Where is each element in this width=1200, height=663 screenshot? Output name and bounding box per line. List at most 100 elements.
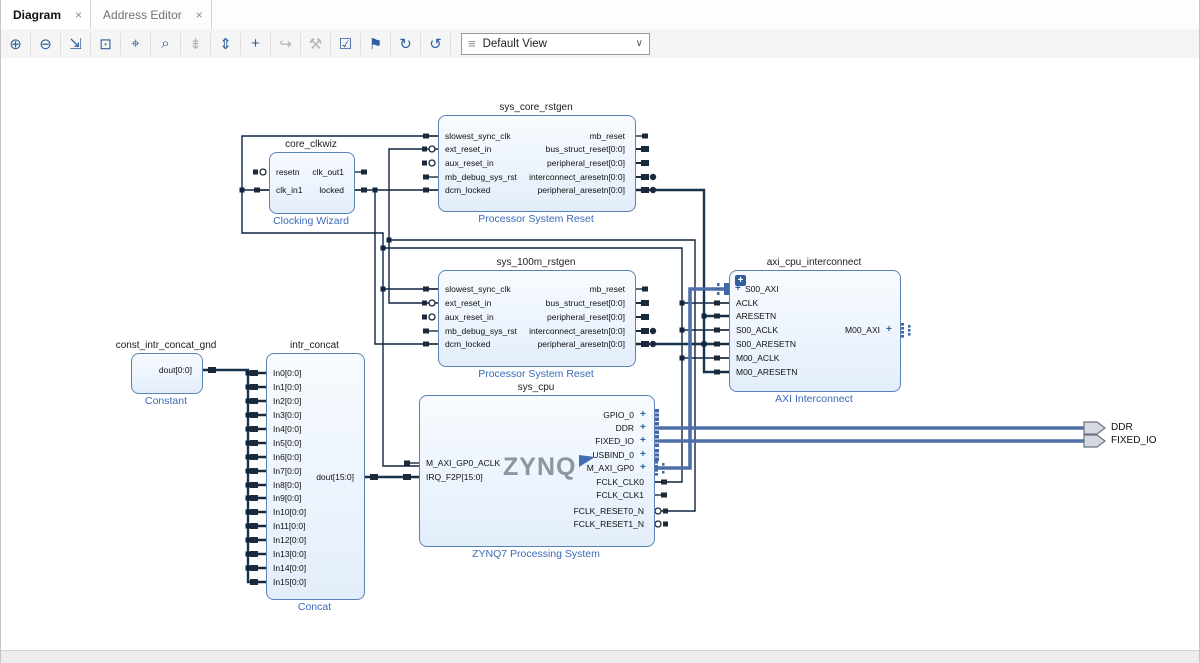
expand-interface-icon[interactable]: + — [640, 410, 646, 420]
port-sys_core_rstgen-ext_reset_in[interactable]: ext_reset_in — [445, 144, 491, 154]
add-ip-icon[interactable]: + — [241, 33, 271, 55]
expand-interface-icon[interactable]: + — [640, 450, 646, 460]
expand-interface-icon[interactable]: + — [640, 463, 646, 473]
port-intr_concat-In2[0:0][interactable]: In2[0:0] — [273, 396, 301, 406]
port-sys_core_rstgen-bus_struct_reset[0:0][interactable]: bus_struct_reset[0:0] — [546, 144, 625, 154]
regenerate-layout-icon[interactable]: ↺ — [421, 33, 451, 55]
collapse-hierarchy-icon[interactable]: ⇟ — [181, 33, 211, 55]
port-intr_concat-In8[0:0][interactable]: In8[0:0] — [273, 480, 301, 490]
port-sys_core_rstgen-slowest_sync_clk[interactable]: slowest_sync_clk — [445, 131, 511, 141]
port-sys_100m_rstgen-bus_struct_reset[0:0][interactable]: bus_struct_reset[0:0] — [546, 298, 625, 308]
port-sys_cpu-M_AXI_GP0[interactable]: M_AXI_GP0 — [587, 463, 634, 473]
close-icon[interactable]: × — [75, 8, 82, 22]
port-sys_cpu-M_AXI_GP0_ACLK[interactable]: M_AXI_GP0_ACLK — [426, 458, 500, 468]
port-axi_cpu_interconnect-M00_ARESETN[interactable]: M00_ARESETN — [736, 367, 797, 377]
port-intr_concat-In3[0:0][interactable]: In3[0:0] — [273, 410, 301, 420]
expand-interface-icon[interactable]: + — [886, 325, 892, 335]
port-intr_concat-In14[0:0][interactable]: In14[0:0] — [273, 563, 306, 573]
external-port-label-FIXED_IO[interactable]: FIXED_IO — [1111, 435, 1157, 447]
port-sys_core_rstgen-dcm_locked[interactable]: dcm_locked — [445, 185, 490, 195]
port-sys_core_rstgen-interconnect_aresetn[0:0][interactable]: interconnect_aresetn[0:0] — [529, 172, 625, 182]
port-sys_core_rstgen-mb_debug_sys_rst[interactable]: mb_debug_sys_rst — [445, 172, 517, 182]
port-sys_core_rstgen-peripheral_aresetn[0:0][interactable]: peripheral_aresetn[0:0] — [538, 185, 625, 195]
port-sys_cpu-FCLK_CLK0[interactable]: FCLK_CLK0 — [596, 477, 644, 487]
block-expander-icon[interactable]: + — [735, 275, 746, 286]
external-port-label-DDR[interactable]: DDR — [1111, 422, 1133, 434]
expand-interface-icon[interactable]: + — [640, 423, 646, 433]
port-pin — [250, 565, 258, 571]
port-sys_core_rstgen-aux_reset_in[interactable]: aux_reset_in — [445, 158, 494, 168]
block-core_clkwiz[interactable] — [269, 152, 355, 214]
port-sys_100m_rstgen-mb_debug_sys_rst[interactable]: mb_debug_sys_rst — [445, 326, 517, 336]
zoom-fit-icon[interactable]: ⇲ — [61, 33, 91, 55]
diagram-canvas[interactable]: core_clkwizClocking Wizardresetnclk_in1c… — [1, 58, 1199, 650]
port-sys_cpu-GPIO_0[interactable]: GPIO_0 — [603, 410, 634, 420]
view-selector-dropdown[interactable]: ≡Default View∨ — [461, 33, 650, 55]
customize-block-icon[interactable]: ⚒ — [301, 33, 331, 55]
port-sys_cpu-USBIND_0[interactable]: USBIND_0 — [592, 450, 634, 460]
port-intr_concat-In9[0:0][interactable]: In9[0:0] — [273, 493, 301, 503]
zoom-to-selection-icon[interactable]: ⊡ — [91, 33, 121, 55]
port-core_clkwiz-clk_in1[interactable]: clk_in1 — [276, 185, 302, 195]
port-pin — [253, 170, 258, 175]
port-sys_100m_rstgen-interconnect_aresetn[0:0][interactable]: interconnect_aresetn[0:0] — [529, 326, 625, 336]
port-axi_cpu_interconnect-ARESETN[interactable]: ARESETN — [736, 311, 776, 321]
port-intr_concat-In5[0:0][interactable]: In5[0:0] — [273, 438, 301, 448]
block-caption-sys_core_rstgen: Processor System Reset — [426, 213, 646, 225]
port-axi_cpu_interconnect-M00_ACLK[interactable]: M00_ACLK — [736, 353, 779, 363]
zoom-in-icon[interactable]: ⊕ — [1, 33, 31, 55]
port-intr_concat-dout[15:0][interactable]: dout[15:0] — [316, 472, 354, 482]
port-intr_concat-In10[0:0][interactable]: In10[0:0] — [273, 507, 306, 517]
port-intr_concat-In7[0:0][interactable]: In7[0:0] — [273, 466, 301, 476]
refresh-icon[interactable]: ↻ — [391, 33, 421, 55]
zoom-out-icon[interactable]: ⊖ — [31, 33, 61, 55]
port-intr_concat-In4[0:0][interactable]: In4[0:0] — [273, 424, 301, 434]
port-intr_concat-In12[0:0][interactable]: In12[0:0] — [273, 535, 306, 545]
search-icon[interactable]: ⌕ — [151, 33, 181, 55]
port-axi_cpu_interconnect-M00_AXI[interactable]: M00_AXI — [845, 325, 880, 335]
block-title-sys_cpu: sys_cpu — [426, 382, 646, 393]
validate-design-icon[interactable]: ☑ — [331, 33, 361, 55]
port-sys_100m_rstgen-ext_reset_in[interactable]: ext_reset_in — [445, 298, 491, 308]
tab-diagram[interactable]: Diagram× — [1, 0, 91, 29]
port-sys_100m_rstgen-slowest_sync_clk[interactable]: slowest_sync_clk — [445, 284, 511, 294]
port-sys_100m_rstgen-aux_reset_in[interactable]: aux_reset_in — [445, 312, 494, 322]
port-core_clkwiz-clk_out1[interactable]: clk_out1 — [312, 167, 344, 177]
port-pin — [661, 493, 667, 498]
port-intr_concat-In13[0:0][interactable]: In13[0:0] — [273, 549, 306, 559]
port-intr_concat-In1[0:0][interactable]: In1[0:0] — [273, 382, 301, 392]
make-connection-icon[interactable]: ↪ — [271, 33, 301, 55]
pin-icon[interactable]: ⚑ — [361, 33, 391, 55]
port-sys_100m_rstgen-peripheral_reset[0:0][interactable]: peripheral_reset[0:0] — [547, 312, 625, 322]
port-intr_concat-In0[0:0][interactable]: In0[0:0] — [273, 368, 301, 378]
port-axi_cpu_interconnect-ACLK[interactable]: ACLK — [736, 298, 758, 308]
expand-hierarchy-icon[interactable]: ⇕ — [211, 33, 241, 55]
expand-interface-icon[interactable]: + — [640, 436, 646, 446]
port-sys_cpu-IRQ_F2P[15:0][interactable]: IRQ_F2P[15:0] — [426, 472, 483, 482]
close-icon[interactable]: × — [196, 8, 203, 22]
port-sys_cpu-FIXED_IO[interactable]: FIXED_IO — [595, 436, 634, 446]
port-intr_concat-In15[0:0][interactable]: In15[0:0] — [273, 577, 306, 587]
port-sys_100m_rstgen-peripheral_aresetn[0:0][interactable]: peripheral_aresetn[0:0] — [538, 339, 625, 349]
port-intr_concat-In11[0:0][interactable]: In11[0:0] — [273, 521, 305, 531]
port-axi_cpu_interconnect-S00_ARESETN[interactable]: S00_ARESETN — [736, 339, 796, 349]
port-sys_100m_rstgen-dcm_locked[interactable]: dcm_locked — [445, 339, 490, 349]
tab-address-editor[interactable]: Address Editor× — [91, 0, 212, 29]
horizontal-scrollbar[interactable] — [1, 650, 1199, 663]
active-low-pin — [429, 300, 435, 306]
port-sys_cpu-FCLK_RESET0_N[interactable]: FCLK_RESET0_N — [574, 506, 644, 516]
port-core_clkwiz-locked[interactable]: locked — [319, 185, 344, 195]
pending-connection-dots — [717, 283, 720, 286]
port-sys_core_rstgen-mb_reset[interactable]: mb_reset — [590, 131, 625, 141]
port-const_intr_concat_gnd-dout[0:0][interactable]: dout[0:0] — [159, 365, 192, 375]
port-core_clkwiz-resetn[interactable]: resetn — [276, 167, 300, 177]
autofit-selection-icon[interactable]: ⌖ — [121, 33, 151, 55]
port-sys_cpu-FCLK_RESET1_N[interactable]: FCLK_RESET1_N — [574, 519, 644, 529]
port-sys_cpu-FCLK_CLK1[interactable]: FCLK_CLK1 — [596, 490, 644, 500]
port-sys_cpu-DDR[interactable]: DDR — [616, 423, 634, 433]
port-axi_cpu_interconnect-S00_AXI[interactable]: S00_AXI — [745, 284, 779, 294]
port-intr_concat-In6[0:0][interactable]: In6[0:0] — [273, 452, 301, 462]
port-sys_core_rstgen-peripheral_reset[0:0][interactable]: peripheral_reset[0:0] — [547, 158, 625, 168]
port-axi_cpu_interconnect-S00_ACLK[interactable]: S00_ACLK — [736, 325, 778, 335]
port-sys_100m_rstgen-mb_reset[interactable]: mb_reset — [590, 284, 625, 294]
